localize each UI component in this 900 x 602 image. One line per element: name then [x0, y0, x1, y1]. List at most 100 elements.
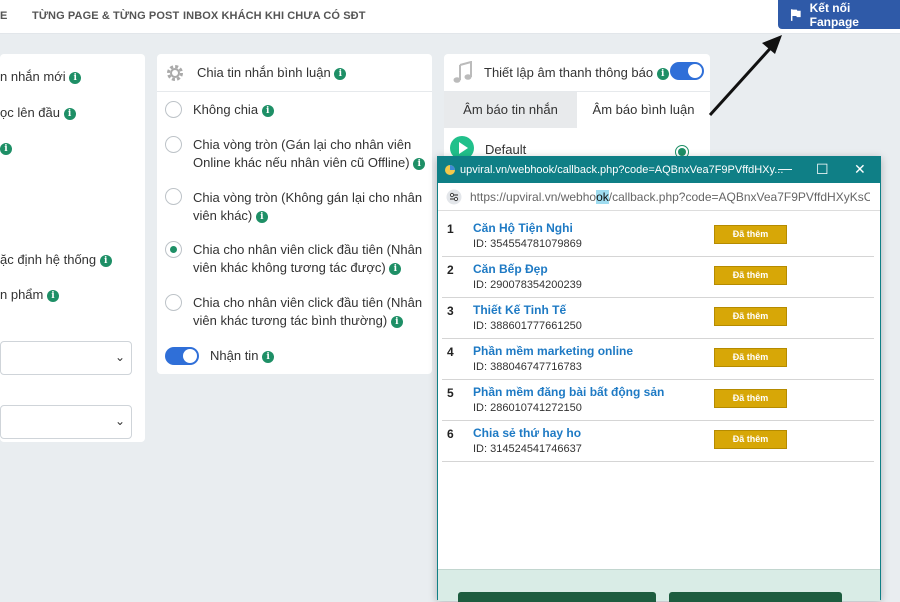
page-number: 3: [447, 304, 454, 318]
oauth-popup-window: upviral.vn/webhook/callback.php?code=AQB…: [437, 156, 881, 602]
page-name[interactable]: Thiết Kế Tinh Tế: [473, 303, 566, 317]
info-icon: i: [69, 71, 82, 84]
page-id: ID: 388601777661250: [473, 320, 582, 332]
info-icon: i: [334, 67, 347, 80]
info-icon: i: [47, 289, 59, 302]
option-round-robin-no-reassign-line1: Chia vòng tròn (Không gán lại cho nhân: [193, 190, 423, 205]
page-row: 5 Phần mềm đăng bài bất động sản ID: 286…: [442, 381, 874, 421]
panel-title: Thiết lập âm thanh thông báo i: [484, 64, 669, 82]
connect-fanpage-label: Kết nối Fanpage: [809, 0, 859, 29]
panel-title: Chia tin nhắn bình luận i: [197, 64, 347, 82]
nav-tab-inbox-no-phone[interactable]: INBOX KHÁCH KHI CHƯA CÓ SĐT: [183, 10, 366, 22]
music-note-icon: [453, 61, 472, 83]
radio-no-split[interactable]: [165, 101, 182, 118]
tab-comment-sound[interactable]: Âm báo bình luận: [577, 92, 710, 128]
page-row: 4 Phần mềm marketing online ID: 38804674…: [442, 340, 874, 380]
added-button[interactable]: Đã thêm: [714, 266, 787, 285]
popup-url: https://upviral.vn/webhook/callback.php?…: [470, 190, 870, 204]
left-item-system-default: ặc định hệ thống i: [0, 251, 112, 269]
page-number: 4: [447, 345, 454, 359]
added-button[interactable]: Đã thêm: [714, 430, 787, 449]
chevron-down-icon: ⌄: [114, 414, 125, 428]
left-item-new-message: n nhắn mới i: [0, 68, 82, 86]
page-row: 2 Căn Bếp Đẹp ID: 290078354200239 Đã thê…: [442, 258, 874, 298]
info-icon: i: [389, 262, 402, 275]
info-icon: i: [261, 104, 274, 117]
left-item-product: n phẩm i: [0, 286, 59, 304]
option-first-click-exclusive-line1: Chia cho nhân viên click đầu tiên (Nhân: [193, 242, 423, 257]
info-icon: i: [413, 157, 426, 170]
radio-round-robin-reassign[interactable]: [165, 136, 182, 153]
popup-titlebar: upviral.vn/webhook/callback.php?code=AQB…: [438, 157, 880, 183]
left-select-1[interactable]: ⌄: [0, 341, 132, 375]
receive-toggle[interactable]: [165, 347, 199, 365]
gear-icon: [167, 65, 183, 81]
sound-toggle[interactable]: [670, 62, 704, 80]
info-icon: i: [656, 67, 669, 80]
footer-button-right[interactable]: [669, 592, 842, 602]
added-button[interactable]: Đã thêm: [714, 348, 787, 367]
nav-tab-pages-posts[interactable]: TỪNG PAGE & TỪNG POST: [32, 10, 179, 22]
option-first-click-shared-line2: viên khác tương tác bình thường) i: [193, 312, 403, 330]
page-number: 6: [447, 427, 454, 441]
connect-fanpage-button[interactable]: Kết nối Fanpage: [778, 0, 900, 29]
info-icon: i: [390, 315, 403, 328]
maximize-icon[interactable]: ☐: [816, 161, 829, 178]
info-icon: i: [0, 142, 12, 155]
added-button[interactable]: Đã thêm: [714, 307, 787, 326]
left-settings-panel: n nhắn mới i ọc lên đầu i i ặc định hệ t…: [0, 54, 145, 442]
option-round-robin-reassign-line1: Chia vòng tròn (Gán lại cho nhân viên: [193, 137, 412, 152]
info-icon: i: [63, 107, 76, 120]
info-icon: i: [262, 350, 275, 363]
notification-sound-panel: Thiết lập âm thanh thông báo i Âm báo ti…: [444, 54, 710, 164]
page-name[interactable]: Chia sẻ thứ hay ho: [473, 426, 581, 440]
flag-icon: [790, 8, 801, 21]
page-name[interactable]: Căn Hộ Tiện Nghi: [473, 221, 573, 235]
popup-footer: [438, 569, 880, 602]
page-number: 1: [447, 222, 454, 236]
option-round-robin-reassign-line2: Online khác nếu nhân viên cũ Offline) i: [193, 154, 426, 172]
left-item-read-first: ọc lên đầu i: [0, 104, 76, 122]
left-select-2[interactable]: ⌄: [0, 405, 132, 439]
option-round-robin-no-reassign-line2: viên khác) i: [193, 207, 268, 225]
browser-icon: [445, 165, 455, 175]
page-name[interactable]: Căn Bếp Đẹp: [473, 262, 548, 276]
option-first-click-exclusive-line2: viên khác không tương tác được) i: [193, 259, 402, 277]
radio-first-click-shared[interactable]: [165, 294, 182, 311]
radio-round-robin-no-reassign[interactable]: [165, 188, 182, 205]
annotation-arrow-icon: [708, 35, 782, 117]
popup-title: upviral.vn/webhook/callback.php?code=AQB…: [460, 164, 784, 176]
page-number: 2: [447, 263, 454, 277]
page-name[interactable]: Phần mềm đăng bài bất động sản: [473, 385, 664, 399]
comment-split-header: Chia tin nhắn bình luận i: [157, 54, 432, 92]
page-row: 3 Thiết Kế Tinh Tế ID: 388601777661250 Đ…: [442, 299, 874, 339]
left-item-info: i: [0, 139, 12, 157]
added-button[interactable]: Đã thêm: [714, 225, 787, 244]
comment-split-panel: Chia tin nhắn bình luận i Không chia i C…: [157, 54, 432, 374]
tab-message-sound[interactable]: Âm báo tin nhắn: [444, 92, 577, 128]
page-row: 6 Chia sẻ thứ hay ho ID: 314524541746637…: [442, 422, 874, 462]
radio-first-click-exclusive[interactable]: [165, 241, 182, 258]
page-id: ID: 388046747716783: [473, 361, 582, 373]
info-icon: i: [255, 210, 268, 223]
notification-sound-header: Thiết lập âm thanh thông báo i: [444, 54, 710, 92]
footer-button-left[interactable]: [458, 592, 656, 602]
option-first-click-shared-line1: Chia cho nhân viên click đầu tiên (Nhân: [193, 295, 423, 310]
info-icon: i: [99, 254, 112, 267]
page-id: ID: 286010741272150: [473, 402, 582, 414]
receive-toggle-label: Nhận tin i: [210, 347, 275, 365]
page-id: ID: 314524541746637: [473, 443, 582, 455]
popup-address-bar[interactable]: https://upviral.vn/webhook/callback.php?…: [438, 183, 880, 211]
minimize-icon[interactable]: —: [778, 160, 792, 176]
page-id: ID: 290078354200239: [473, 279, 582, 291]
added-button[interactable]: Đã thêm: [714, 389, 787, 408]
page-row: 1 Căn Hộ Tiện Nghi ID: 354554781079869 Đ…: [442, 217, 874, 257]
page-id: ID: 354554781079869: [473, 238, 582, 250]
close-icon[interactable]: ✕: [854, 161, 866, 178]
top-navigation: E TỪNG PAGE & TỪNG POST INBOX KHÁCH KHI …: [0, 0, 900, 34]
site-info-icon[interactable]: [446, 189, 462, 205]
page-number: 5: [447, 386, 454, 400]
page-name[interactable]: Phần mềm marketing online: [473, 344, 633, 358]
nav-tab-partial[interactable]: E: [0, 10, 7, 22]
chevron-down-icon: ⌄: [114, 350, 125, 364]
